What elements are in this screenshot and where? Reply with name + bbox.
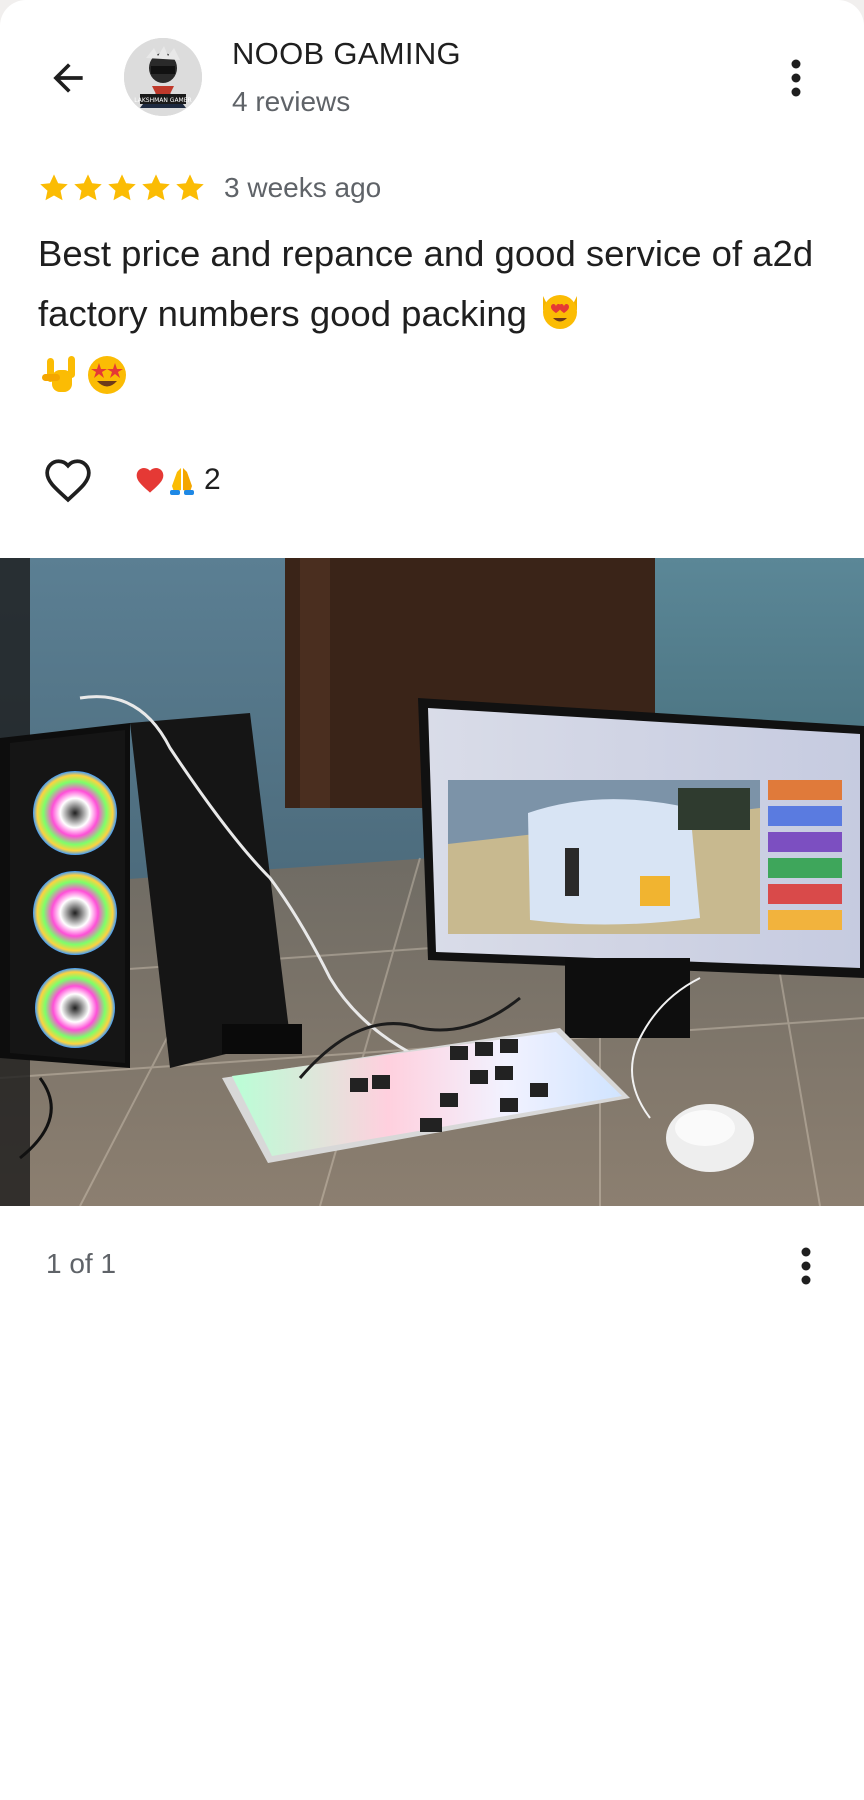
author-name[interactable]: NOOB GAMING bbox=[232, 36, 461, 72]
smiling-cat-heart-eyes-emoji bbox=[537, 286, 583, 350]
folded-hands-emoji bbox=[170, 468, 194, 495]
reaction-count: 2 bbox=[204, 463, 221, 496]
rating-row: 3 weeks ago bbox=[38, 166, 381, 210]
avatar[interactable]: LAKSHMAN GAMER bbox=[124, 38, 202, 116]
more-vert-icon bbox=[801, 1247, 811, 1285]
reaction-summary[interactable]: 2 bbox=[134, 463, 221, 497]
star-icon bbox=[142, 174, 170, 201]
star-struck-emoji bbox=[84, 352, 130, 416]
review-count: 4 reviews bbox=[232, 86, 351, 117]
more-vert-icon bbox=[791, 59, 801, 97]
star-icon bbox=[74, 174, 102, 201]
reaction-row: 2 bbox=[38, 450, 221, 510]
photo-counter: 1 of 1 bbox=[46, 1248, 117, 1279]
like-button[interactable] bbox=[38, 450, 98, 510]
star-rating bbox=[38, 172, 206, 204]
photo-image bbox=[0, 558, 864, 1206]
back-button[interactable] bbox=[38, 48, 98, 108]
review-menu-button[interactable] bbox=[776, 48, 816, 108]
heart-outline-icon bbox=[45, 459, 91, 503]
review-sheet: LAKSHMAN GAMER NOOB GAMING 4 reviews 3 w… bbox=[0, 0, 864, 1800]
svg-text:LAKSHMAN GAMER: LAKSHMAN GAMER bbox=[134, 97, 191, 104]
avatar-image: LAKSHMAN GAMER bbox=[124, 38, 202, 116]
review-text: Best price and repance and good service … bbox=[38, 224, 828, 416]
review-header: LAKSHMAN GAMER NOOB GAMING 4 reviews bbox=[0, 0, 864, 150]
photo-counter-row: 1 of 1 bbox=[0, 1236, 864, 1296]
photo-menu-button[interactable] bbox=[786, 1236, 826, 1296]
love-you-gesture-emoji bbox=[38, 352, 84, 416]
star-icon bbox=[40, 174, 68, 201]
arrow-back-icon bbox=[53, 63, 83, 93]
star-icon bbox=[108, 174, 136, 201]
review-photo[interactable] bbox=[0, 558, 864, 1206]
review-time: 3 weeks ago bbox=[224, 172, 382, 203]
review-text-body: Best price and repance and good service … bbox=[38, 233, 814, 334]
red-heart-emoji bbox=[136, 468, 164, 493]
star-icon bbox=[176, 174, 204, 201]
